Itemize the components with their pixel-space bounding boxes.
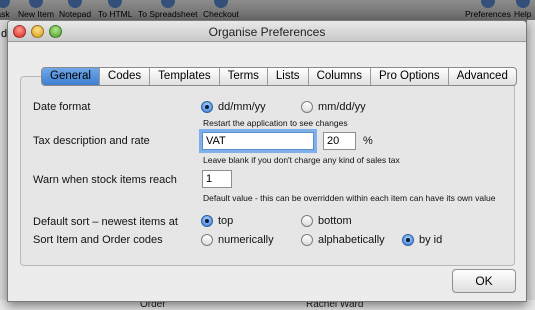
toolbar-label: ask — [0, 9, 10, 19]
radio-label: mm/dd/yy — [318, 101, 366, 113]
radio-label: by id — [419, 234, 443, 246]
sort-codes-alphabetically-radio[interactable]: alphabetically — [301, 234, 385, 246]
date-format-ddmmyy-radio[interactable]: dd/mm/yy — [201, 101, 266, 113]
toolbar-item-to-spreadsheet[interactable]: To Spreadsheet — [138, 0, 198, 20]
tab-columns[interactable]: Columns — [309, 68, 371, 85]
title-bar[interactable]: Organise Preferences — [8, 21, 526, 42]
tab-pro-options[interactable]: Pro Options — [371, 68, 449, 85]
date-format-label: Date format — [33, 101, 91, 113]
default-sort-top-radio[interactable]: top — [201, 215, 233, 227]
toolbar-label: Checkout — [203, 9, 239, 19]
tax-description-input[interactable] — [202, 132, 314, 150]
preferences-window: Organise Preferences General Codes Templ… — [7, 20, 527, 302]
sort-codes-by-id-radio[interactable]: by id — [402, 234, 442, 246]
toolbar-item-new-item[interactable]: New Item — [18, 0, 54, 20]
tax-hint: Leave blank if you don't charge any kind… — [203, 155, 400, 165]
toolbar-icon — [0, 0, 10, 8]
default-sort-bottom-radio[interactable]: bottom — [301, 215, 352, 227]
radio-label: bottom — [318, 215, 352, 227]
tax-rate-input[interactable] — [323, 132, 356, 150]
radio-label: top — [218, 215, 234, 227]
tab-templates[interactable]: Templates — [150, 68, 220, 85]
app-toolbar: ask New Item Notepad To HTML To Spreadsh… — [0, 0, 535, 20]
tax-label: Tax description and rate — [33, 135, 150, 147]
background-window-strip — [527, 20, 535, 310]
radio-button[interactable] — [201, 101, 213, 113]
tab-lists[interactable]: Lists — [268, 68, 309, 85]
tax-percent-unit: % — [363, 135, 373, 147]
toolbar-item-checkout[interactable]: Checkout — [203, 0, 239, 20]
window-title: Organise Preferences — [208, 25, 326, 39]
tab-bar: General Codes Templates Terms Lists Colu… — [41, 67, 517, 86]
stock-warning-input[interactable] — [202, 170, 232, 188]
toolbar-label: To HTML — [98, 9, 133, 19]
toolbar-item-preferences[interactable]: Preferences — [465, 0, 511, 20]
stock-warning-hint: Default value - this can be overridden w… — [203, 193, 496, 203]
preferences-icon — [480, 0, 495, 8]
toolbar-item-help[interactable]: Help — [514, 0, 531, 20]
radio-button[interactable] — [201, 215, 213, 227]
toolbar-item-to-html[interactable]: To HTML — [98, 0, 132, 20]
radio-label: dd/mm/yy — [218, 101, 266, 113]
radio-button[interactable] — [301, 234, 313, 246]
notepad-icon — [68, 0, 83, 8]
sort-codes-numerically-radio[interactable]: numerically — [201, 234, 274, 246]
date-format-mmddyy-radio[interactable]: mm/dd/yy — [301, 101, 366, 113]
stock-warning-label: Warn when stock items reach — [33, 174, 177, 186]
toolbar-item-notepad[interactable]: Notepad — [59, 0, 91, 20]
toolbar-label: Notepad — [59, 9, 92, 19]
window-body: General Codes Templates Terms Lists Colu… — [8, 43, 526, 301]
toolbar-label: New Item — [18, 9, 54, 19]
radio-label: numerically — [218, 234, 274, 246]
tab-terms[interactable]: Terms — [220, 68, 268, 85]
toolbar-item-ask[interactable]: ask — [0, 0, 10, 20]
toolbar-label: Help — [514, 9, 532, 19]
tab-general[interactable]: General — [42, 68, 100, 85]
toolbar-label: Preferences — [465, 9, 511, 19]
toolbar-label: To Spreadsheet — [138, 9, 198, 19]
spreadsheet-icon — [160, 0, 175, 8]
tab-codes[interactable]: Codes — [100, 68, 151, 85]
to-html-icon — [108, 0, 123, 8]
help-icon — [515, 0, 530, 8]
default-sort-label: Default sort – newest items at — [33, 216, 178, 228]
radio-label: alphabetically — [318, 234, 385, 246]
new-item-icon — [28, 0, 43, 8]
general-panel: Date format dd/mm/yy mm/dd/yy Restart th… — [20, 76, 515, 266]
sort-codes-label: Sort Item and Order codes — [33, 234, 163, 246]
tab-advanced[interactable]: Advanced — [449, 68, 516, 85]
checkout-icon — [213, 0, 228, 8]
date-format-hint: Restart the application to see changes — [203, 118, 348, 128]
radio-button[interactable] — [301, 215, 313, 227]
radio-button[interactable] — [402, 234, 414, 246]
radio-button[interactable] — [201, 234, 213, 246]
ok-button[interactable]: OK — [452, 269, 516, 293]
radio-button[interactable] — [301, 101, 313, 113]
